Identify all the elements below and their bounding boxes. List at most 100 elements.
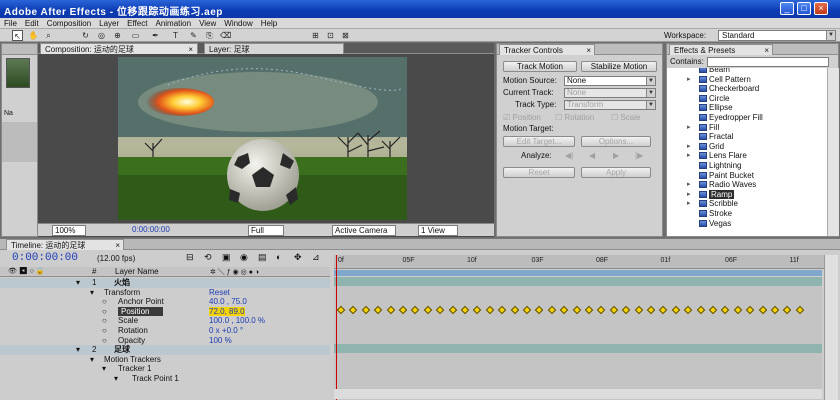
analyze-forward-icon[interactable]: ▶ bbox=[613, 151, 619, 161]
property-row[interactable]: ▾ Transform Reset bbox=[0, 288, 330, 298]
menu-window[interactable]: Window bbox=[220, 18, 256, 29]
keyframe[interactable] bbox=[745, 306, 755, 315]
effects-scrollbar[interactable] bbox=[827, 68, 839, 236]
menu-layer[interactable]: Layer bbox=[95, 18, 123, 29]
tab-composition[interactable]: Composition: 运动的足球 × bbox=[40, 43, 198, 54]
stopwatch-icon[interactable]: ○ bbox=[102, 316, 107, 326]
twirl-down-icon[interactable]: ▾ bbox=[76, 345, 80, 355]
menu-help[interactable]: Help bbox=[257, 18, 281, 29]
orbit-camera-icon[interactable]: ◎ bbox=[96, 30, 107, 41]
rectangle-mask-tool-icon[interactable]: ▭ bbox=[130, 30, 141, 41]
expand-arrow-icon[interactable]: ▸ bbox=[687, 142, 691, 152]
menu-animation[interactable]: Animation bbox=[151, 18, 195, 29]
property-row[interactable]: ○ Anchor Point 40.0 , 75.0 bbox=[0, 297, 330, 307]
keyframe[interactable] bbox=[683, 306, 693, 315]
effect-item[interactable]: ▸ Lens Flare bbox=[667, 151, 827, 161]
pen-tool-icon[interactable]: ✒ bbox=[150, 30, 161, 41]
keyframe[interactable] bbox=[411, 306, 420, 315]
property-value[interactable]: 40.0 , 75.0 bbox=[209, 297, 247, 307]
effect-item[interactable]: Stroke bbox=[667, 209, 827, 219]
keyframe[interactable] bbox=[671, 306, 681, 315]
keyframe[interactable] bbox=[460, 306, 470, 315]
scale-checkbox[interactable]: ☐ Scale bbox=[611, 113, 640, 123]
edit-target-button[interactable]: Edit Target... bbox=[503, 136, 575, 147]
close-icon[interactable]: × bbox=[188, 44, 193, 55]
property-row[interactable]: ○ Rotation 0 x +0.0 ° bbox=[0, 326, 330, 336]
col-layer-name[interactable]: Layer Name bbox=[115, 267, 159, 276]
keyframe[interactable] bbox=[373, 306, 383, 315]
stopwatch-icon[interactable]: ○ bbox=[102, 326, 107, 336]
effect-item[interactable]: ▸ Cell Pattern bbox=[667, 75, 827, 85]
keyframe[interactable] bbox=[659, 306, 668, 315]
property-row[interactable]: ○ Position 72.0, 89.0 bbox=[0, 306, 330, 317]
effect-item[interactable]: Lightning bbox=[667, 161, 827, 171]
zoom-tool-icon[interactable]: ⌕ bbox=[43, 30, 54, 41]
analyze-backward-icon[interactable]: ◀ bbox=[589, 151, 595, 161]
timeline-horizontal-scrollbar[interactable] bbox=[334, 389, 822, 399]
property-value[interactable]: 0 x +0.0 ° bbox=[209, 326, 243, 336]
stabilize-motion-button[interactable]: Stabilize Motion bbox=[581, 61, 657, 72]
stopwatch-icon[interactable]: ○ bbox=[102, 307, 107, 317]
keyframe[interactable] bbox=[497, 306, 507, 315]
keyframe[interactable] bbox=[448, 306, 457, 315]
keyframe[interactable] bbox=[696, 306, 705, 315]
track-motion-button[interactable]: Track Motion bbox=[503, 61, 577, 72]
timeline-vertical-scrollbar[interactable] bbox=[824, 255, 838, 400]
stopwatch-icon[interactable]: ○ bbox=[102, 297, 107, 307]
keyframe[interactable] bbox=[473, 306, 482, 315]
hand-tool-icon[interactable]: ✋ bbox=[28, 30, 39, 41]
property-row[interactable]: ○ Scale 100.0 , 100.0 % bbox=[0, 316, 330, 326]
close-icon[interactable]: × bbox=[586, 45, 591, 56]
rotation-checkbox[interactable]: ☐ Rotation bbox=[555, 113, 594, 123]
property-row[interactable]: ▾ Tracker 1 bbox=[0, 364, 330, 374]
keyframe[interactable] bbox=[522, 306, 532, 315]
world-axis-icon[interactable]: ⊡ bbox=[325, 30, 336, 41]
layer-row[interactable]: 1 ▾ 火焰 bbox=[0, 278, 330, 288]
graph-editor-icon[interactable]: ⊿ bbox=[312, 252, 320, 263]
work-area-bar[interactable] bbox=[334, 270, 822, 276]
keyframe[interactable] bbox=[783, 306, 792, 315]
keyframe[interactable] bbox=[485, 306, 495, 315]
motion-blur-icon[interactable]: ◐ bbox=[276, 252, 281, 262]
menu-view[interactable]: View bbox=[195, 18, 220, 29]
draft-3d-icon[interactable]: ▣ bbox=[222, 252, 231, 263]
keyframe[interactable] bbox=[547, 306, 557, 315]
timeline-tracks[interactable] bbox=[334, 277, 822, 400]
effect-item[interactable]: Eyedropper Fill bbox=[667, 113, 827, 123]
effect-item[interactable]: ▸ Fill bbox=[667, 123, 827, 133]
property-value[interactable]: 100 % bbox=[209, 336, 232, 346]
twirl-down-icon[interactable]: ▾ bbox=[114, 374, 118, 384]
property-row[interactable]: ▾ Track Point 1 bbox=[0, 374, 330, 384]
keyframe[interactable] bbox=[423, 306, 433, 315]
effect-item[interactable]: ▸ Grid bbox=[667, 142, 827, 152]
effect-item[interactable]: Fractal bbox=[667, 132, 827, 142]
comp-timecode[interactable]: 0:00:00:00 bbox=[130, 225, 182, 236]
property-value[interactable]: 72.0, 89.0 bbox=[209, 306, 245, 317]
effect-item[interactable]: Ellipse bbox=[667, 103, 827, 113]
pan-behind-tool-icon[interactable]: ⊕ bbox=[112, 30, 123, 41]
rotation-tool-icon[interactable]: ↻ bbox=[80, 30, 91, 41]
keyframe[interactable] bbox=[361, 306, 371, 315]
twirl-down-icon[interactable]: ▾ bbox=[76, 278, 80, 288]
keyframe[interactable] bbox=[349, 306, 358, 315]
view-axis-icon[interactable]: ⊠ bbox=[340, 30, 351, 41]
position-checkbox[interactable]: ☑ Position bbox=[503, 113, 541, 123]
keyframe[interactable] bbox=[634, 306, 643, 315]
effect-item[interactable]: Vegas bbox=[667, 219, 827, 229]
keyframe[interactable] bbox=[559, 306, 569, 315]
comp-mini-flowchart-icon[interactable]: ⊟ bbox=[186, 252, 194, 263]
motion-source-select[interactable]: None ▼ bbox=[564, 76, 656, 86]
keyframe[interactable] bbox=[795, 306, 805, 315]
magnification-select[interactable]: 100% bbox=[52, 225, 86, 236]
menu-composition[interactable]: Composition bbox=[43, 18, 95, 29]
type-tool-icon[interactable]: T bbox=[170, 30, 181, 41]
property-value[interactable]: 100.0 , 100.0 % bbox=[209, 316, 265, 326]
menu-edit[interactable]: Edit bbox=[21, 18, 43, 29]
maximize-button[interactable]: □ bbox=[797, 2, 811, 15]
effect-item[interactable]: Beam bbox=[667, 68, 827, 75]
keyframe[interactable] bbox=[510, 306, 519, 315]
expand-arrow-icon[interactable]: ▸ bbox=[687, 190, 691, 200]
effects-search-input[interactable] bbox=[707, 57, 829, 67]
keyframe[interactable] bbox=[770, 306, 780, 315]
analyze-forward-one-icon[interactable]: |▶ bbox=[635, 151, 643, 161]
